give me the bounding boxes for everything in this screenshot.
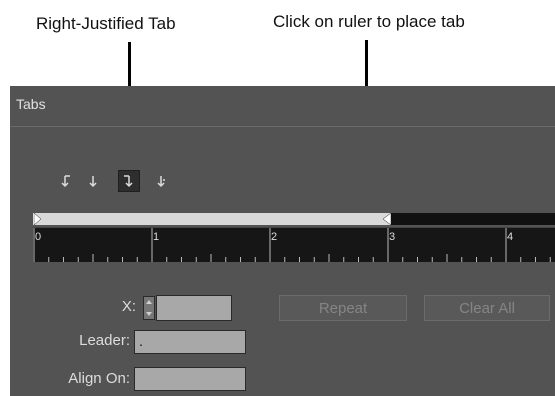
center-justified-tab-button[interactable] — [82, 170, 104, 192]
ruler-number-0: 0 — [35, 231, 42, 243]
click-ruler-callout: Click on ruler to place tab — [273, 12, 465, 31]
ruler-number-1: 1 — [153, 231, 160, 243]
left-justified-tab-button[interactable] — [54, 170, 76, 192]
ruler-ticks — [33, 228, 551, 262]
align-to-decimal-tab-icon — [157, 176, 165, 188]
panel-divider — [10, 126, 555, 127]
x-stepper[interactable] — [143, 296, 155, 320]
tabs-panel: Tabs 0 1 2 3 4 X: Repeat Clear All Leade… — [10, 86, 555, 396]
right-justified-tab-callout: Right-Justified Tab — [36, 14, 176, 33]
panel-title: Tabs — [16, 96, 46, 112]
clear-all-button[interactable]: Clear All — [424, 295, 550, 321]
repeat-button[interactable]: Repeat — [279, 295, 407, 321]
right-justified-tab-icon — [124, 175, 133, 188]
ruler-number-3: 3 — [389, 231, 396, 243]
ruler[interactable]: 0 1 2 3 4 — [33, 227, 555, 262]
x-position-field[interactable] — [156, 295, 232, 321]
align-on-field[interactable] — [134, 367, 246, 391]
left-justified-tab-icon — [61, 175, 70, 188]
align-to-decimal-tab-button[interactable] — [150, 170, 172, 192]
ruler-tab-track-unused[interactable] — [391, 213, 555, 225]
right-justified-tab-button[interactable] — [118, 170, 140, 192]
left-indent-marker-icon[interactable] — [34, 213, 42, 225]
leader-label: Leader: — [79, 332, 130, 349]
ruler-number-4: 4 — [507, 231, 514, 243]
ruler-number-2: 2 — [271, 231, 278, 243]
align-on-label: Align On: — [68, 370, 130, 387]
leader-field[interactable]: . — [134, 330, 246, 354]
center-justified-tab-icon — [89, 176, 97, 188]
right-indent-marker-icon[interactable] — [382, 213, 391, 225]
x-label: X: — [121, 298, 136, 315]
